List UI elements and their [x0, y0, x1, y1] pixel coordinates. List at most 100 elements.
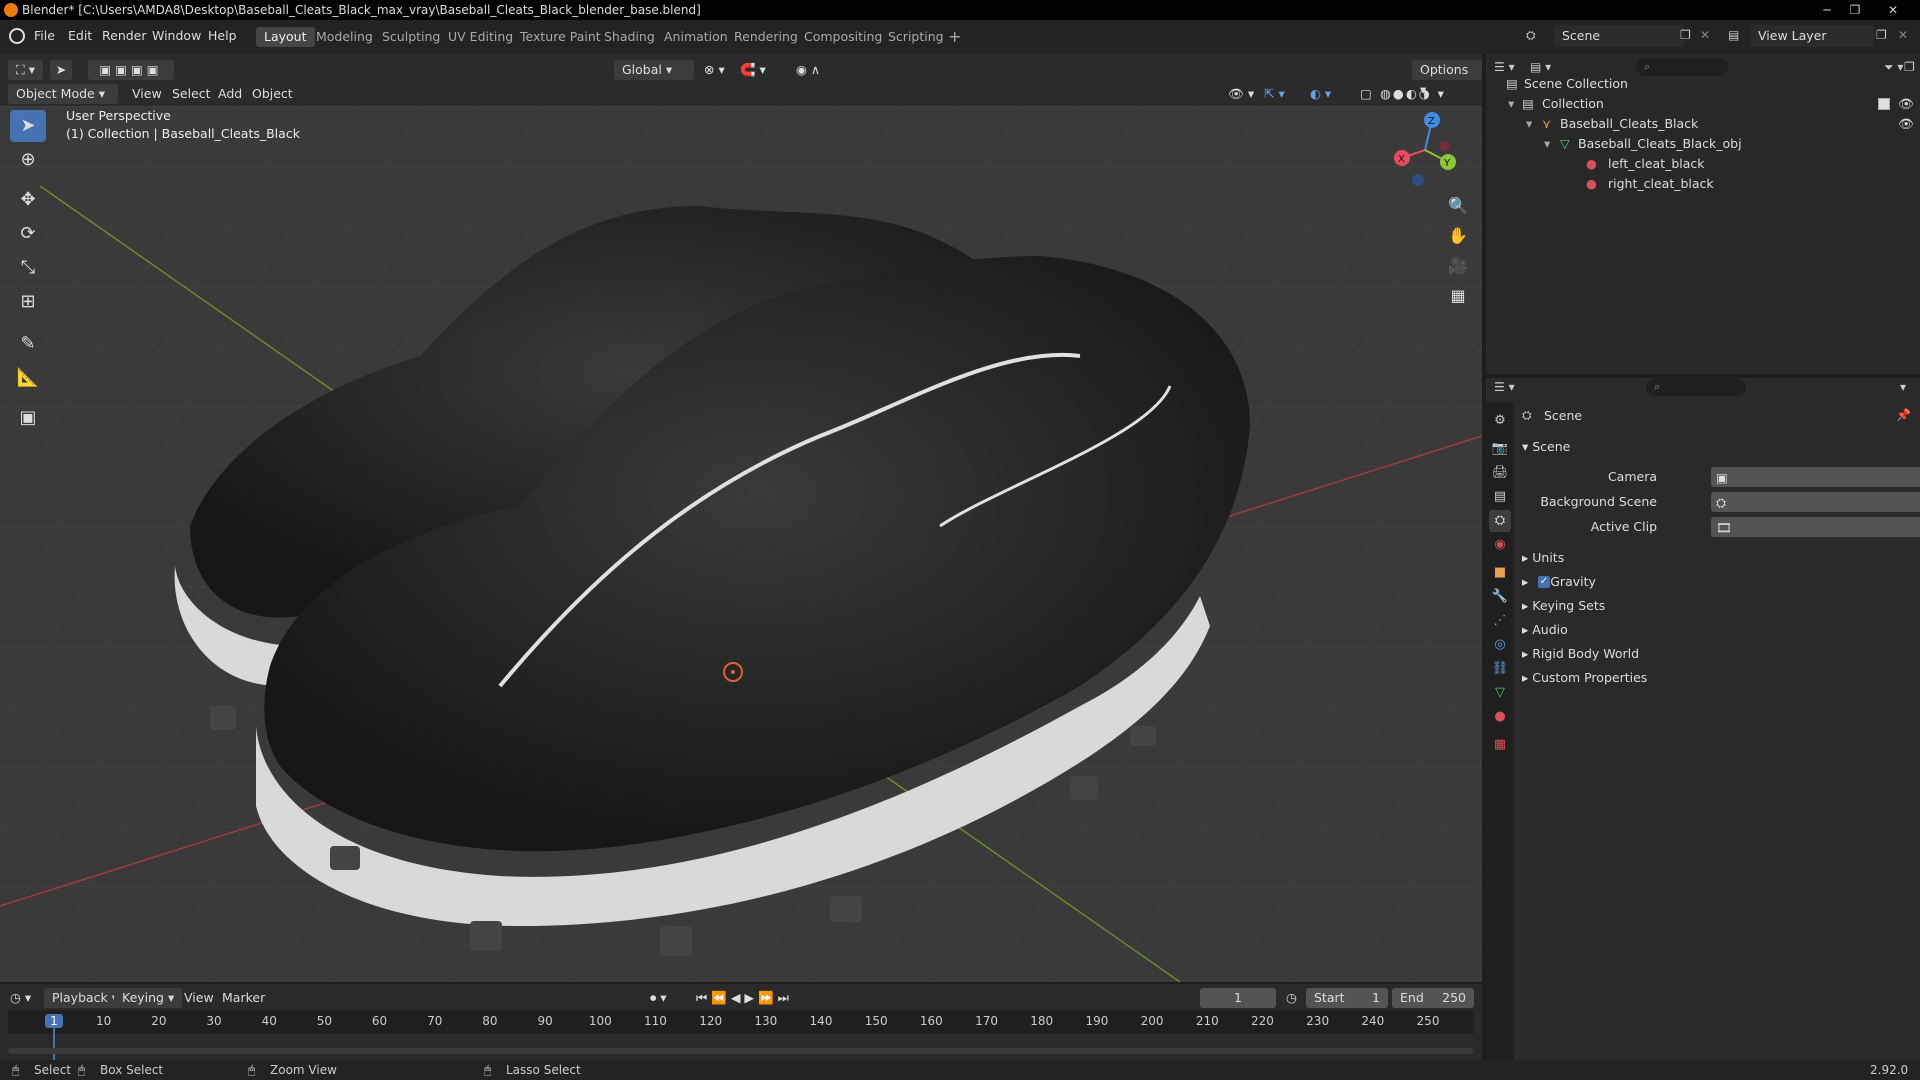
shading-mode-icons[interactable]: ◍●◐◑ ▾ — [1380, 84, 1446, 104]
physics-tab-icon[interactable]: ◎ — [1489, 634, 1511, 656]
tab-texture-paint[interactable]: Texture Paint — [512, 27, 609, 47]
blender-menu-icon[interactable] — [9, 28, 25, 44]
scene-field[interactable]: Scene — [1554, 25, 1684, 47]
outliner-row-right-cleat-black[interactable]: ● right_cleat_black — [1486, 174, 1920, 194]
mode-dropdown[interactable]: Object Mode ▾ — [8, 84, 118, 104]
minimize-icon[interactable]: ─ — [1814, 0, 1840, 20]
menu-file[interactable]: File — [34, 28, 55, 43]
playback-controls-icons[interactable]: ⏮⏪◀▶⏩⏭ — [696, 988, 793, 1008]
exclude-checkbox[interactable] — [1878, 98, 1890, 110]
data-tab-icon[interactable]: ▽ — [1489, 682, 1511, 704]
zoom-icon[interactable]: 🔍 — [1444, 192, 1472, 220]
expand-arrow-icon[interactable]: ▾ — [1526, 114, 1532, 134]
view-layer-tab-icon[interactable]: ▤ — [1489, 486, 1511, 508]
background-scene-field[interactable]: ⛭ — [1711, 492, 1920, 512]
marker-menu[interactable]: Marker — [222, 988, 265, 1008]
camera-field[interactable]: ▣ — [1711, 467, 1920, 487]
outliner-row-baseball-cleats-black-obj[interactable]: ▾ ▽ Baseball_Cleats_Black_obj — [1486, 134, 1920, 154]
eye-icon[interactable]: 👁 — [1898, 114, 1914, 134]
timeline-scrollbar[interactable] — [8, 1048, 1474, 1054]
outliner-row-collection[interactable]: ▾ ▤ Collection 👁 — [1486, 94, 1920, 114]
select-tool-icon[interactable]: ➤ — [50, 60, 72, 80]
filter-icon[interactable]: ⏷ ▾ — [1884, 60, 1903, 75]
tab-layout[interactable]: Layout — [256, 27, 315, 47]
outliner-editor-icon[interactable]: ☰ ▾ — [1494, 60, 1515, 74]
end-frame-field[interactable]: End 250 — [1392, 988, 1474, 1008]
menu-window[interactable]: Window — [152, 28, 201, 43]
xray-icon[interactable]: ▢ — [1360, 84, 1372, 104]
properties-editor-icon[interactable]: ☰ ▾ — [1494, 380, 1515, 394]
ortho-grid-icon[interactable]: ▦ — [1444, 282, 1472, 310]
outliner-row-left-cleat-black[interactable]: ● left_cleat_black — [1486, 154, 1920, 174]
tool-tab-icon[interactable]: ⚙ — [1489, 410, 1511, 432]
options-dropdown[interactable]: Options ▾ — [1412, 60, 1482, 97]
active-clip-field[interactable]: 🎞 — [1711, 517, 1920, 537]
particles-tab-icon[interactable]: ⋰ — [1489, 610, 1511, 632]
tab-compositing[interactable]: Compositing — [796, 27, 890, 47]
move-tool-icon[interactable]: ✥ — [10, 184, 46, 216]
scale-tool-icon[interactable]: ⤡ — [10, 252, 46, 284]
keying-menu[interactable]: Keying ▾ — [114, 988, 183, 1008]
display-mode-icon[interactable]: ▤ ▾ — [1530, 60, 1551, 74]
menu-select[interactable]: Select — [172, 84, 211, 104]
timeline-editor-icon[interactable]: ◷ ▾ — [10, 988, 31, 1008]
tab-rendering[interactable]: Rendering — [726, 27, 806, 47]
cursor-tool-icon[interactable]: ⊕ — [10, 144, 46, 176]
measure-tool-icon[interactable]: 📐 — [10, 362, 46, 394]
tab-modeling[interactable]: Modeling — [308, 27, 381, 47]
menu-object[interactable]: Object — [252, 84, 293, 104]
tab-sculpting[interactable]: Sculpting — [374, 27, 448, 47]
current-frame-field[interactable]: 1 — [1200, 988, 1276, 1008]
transform-tool-icon[interactable]: ⊞ — [10, 286, 46, 318]
outliner-row-baseball-cleats-black[interactable]: ▾ ⋎ Baseball_Cleats_Black 👁 — [1486, 114, 1920, 134]
tab-animation[interactable]: Animation — [656, 27, 736, 47]
transform-orientation-dropdown[interactable]: Global ▾ — [614, 60, 694, 80]
new-collection-icon[interactable]: ❐ — [1904, 60, 1915, 74]
rotate-tool-icon[interactable]: ⟳ — [10, 218, 46, 250]
selection-mode-icons[interactable]: ▣▣▣▣ — [88, 60, 174, 80]
scene-section-header[interactable]: ▾ Scene — [1522, 439, 1570, 454]
tab-uv-editing[interactable]: UV Editing — [440, 27, 521, 47]
proportional-edit-icon[interactable]: ◉ ∧ — [796, 60, 820, 80]
pan-hand-icon[interactable]: ✋ — [1444, 222, 1472, 250]
timeline-view-menu[interactable]: View — [184, 988, 214, 1008]
gravity-panel-header[interactable]: ▸ ✓ Gravity — [1522, 574, 1596, 589]
visibility-icon[interactable]: 👁 ▾ — [1228, 84, 1254, 104]
menu-help[interactable]: Help — [208, 28, 237, 43]
gizmo-icon[interactable]: ⇱ ▾ — [1264, 84, 1285, 104]
material-tab-icon[interactable]: ● — [1489, 706, 1511, 728]
rigid-body-world-panel-header[interactable]: ▸ Rigid Body World — [1522, 646, 1639, 661]
render-tab-icon[interactable]: 📷 — [1489, 438, 1511, 460]
close-icon[interactable]: ✕ — [1880, 0, 1906, 20]
playhead[interactable] — [53, 1026, 55, 1062]
maximize-icon[interactable]: ❐ — [1842, 0, 1868, 20]
3d-viewport[interactable]: ➤ ⊕ ✥ ⟳ ⤡ ⊞ ✎ 📐 ▣ User Perspective (1) C… — [0, 106, 1482, 982]
snap-icon[interactable]: 🧲 ▾ — [740, 60, 766, 80]
keying-sets-panel-header[interactable]: ▸ Keying Sets — [1522, 598, 1605, 613]
menu-edit[interactable]: Edit — [68, 28, 92, 43]
clock-icon[interactable]: ◷ — [1286, 988, 1297, 1008]
pin-icon[interactable]: 📌 — [1896, 408, 1911, 422]
collapse-icon[interactable]: ▾ — [1900, 380, 1906, 394]
expand-arrow-icon[interactable]: ▾ — [1544, 134, 1550, 154]
expand-arrow-icon[interactable]: ▾ — [1508, 94, 1514, 114]
custom-properties-panel-header[interactable]: ▸ Custom Properties — [1522, 670, 1647, 685]
constraints-tab-icon[interactable]: ⛓ — [1489, 658, 1511, 680]
editor-type-icon[interactable]: ⛶ ▾ — [8, 60, 43, 80]
pivot-point-icon[interactable]: ⊗ ▾ — [704, 60, 725, 80]
annotate-tool-icon[interactable]: ✎ — [10, 328, 46, 360]
navigation-gizmo[interactable]: Z X Y — [1390, 110, 1460, 190]
eye-icon[interactable]: 👁 — [1898, 94, 1914, 114]
outliner-row-scene-collection[interactable]: ▤ Scene Collection — [1486, 74, 1920, 94]
scene-selector-icon[interactable]: ⛭ — [1526, 28, 1536, 43]
texture-tab-icon[interactable]: ▦ — [1489, 734, 1511, 756]
output-tab-icon[interactable]: 🖨 — [1489, 462, 1511, 484]
view-layer-field[interactable]: View Layer — [1750, 25, 1874, 47]
new-scene-icon[interactable]: ❐ — [1680, 28, 1691, 42]
audio-panel-header[interactable]: ▸ Audio — [1522, 622, 1568, 637]
tab-shading[interactable]: Shading — [596, 27, 663, 47]
menu-render[interactable]: Render — [102, 28, 147, 43]
remove-scene-icon[interactable]: ✕ — [1700, 28, 1710, 42]
start-frame-field[interactable]: Start 1 — [1306, 988, 1388, 1008]
properties-search-input[interactable]: ⌕ — [1646, 378, 1746, 396]
